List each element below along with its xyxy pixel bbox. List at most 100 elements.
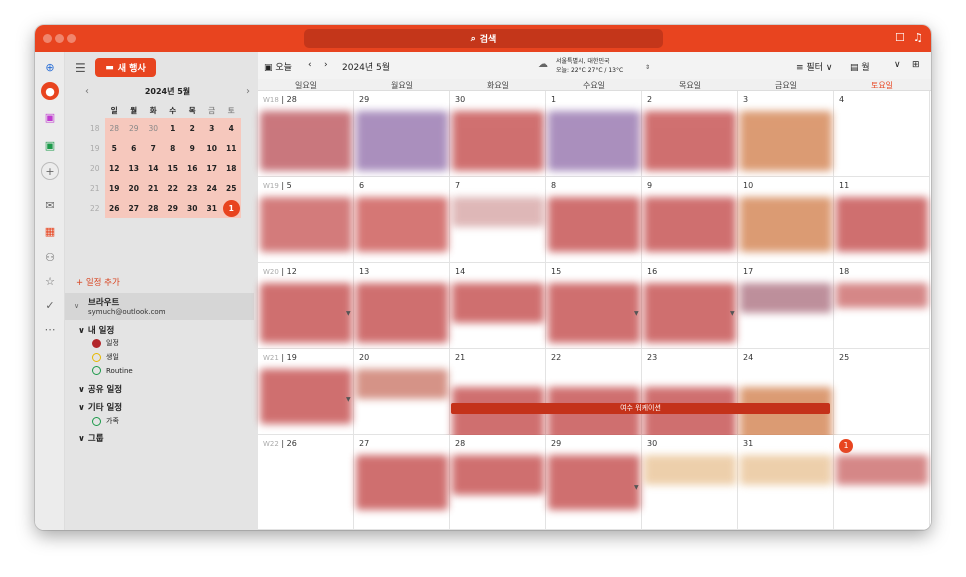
bell-icon[interactable]: ♫	[913, 31, 923, 44]
mini-day[interactable]: 4	[221, 118, 241, 138]
mini-day[interactable]: 14	[143, 158, 163, 178]
mini-day[interactable]: 1	[163, 118, 183, 138]
blurred-event[interactable]	[644, 197, 736, 252]
close-window-button[interactable]	[43, 34, 52, 43]
more-events-icon[interactable]: ▼	[730, 310, 735, 317]
day-cell[interactable]: 4	[834, 91, 930, 177]
blurred-event[interactable]	[260, 197, 352, 252]
blurred-event[interactable]	[452, 387, 544, 442]
mini-day[interactable]: 3	[202, 118, 222, 138]
blurred-event[interactable]	[740, 111, 832, 171]
new-event-button[interactable]: ▬ 새 행사	[95, 58, 156, 77]
mini-day[interactable]: 9	[182, 138, 202, 158]
blurred-event[interactable]	[452, 455, 544, 495]
blurred-event[interactable]	[356, 111, 448, 171]
mini-day[interactable]: 27	[124, 198, 144, 218]
mini-day[interactable]: 24	[202, 178, 222, 198]
more-events-icon[interactable]: ▼	[634, 310, 639, 317]
blurred-event[interactable]	[260, 369, 352, 424]
mini-day[interactable]: 17	[202, 158, 222, 178]
view-selector[interactable]: ▤ 월	[850, 60, 870, 73]
person-icon[interactable]: ●	[41, 82, 59, 100]
weather-city[interactable]: 서울특별시, 대한민국	[556, 56, 610, 65]
calendar-item[interactable]: 가족	[92, 416, 119, 426]
blurred-event[interactable]	[740, 283, 832, 313]
blurred-event[interactable]	[740, 197, 832, 252]
mini-day[interactable]: 30	[182, 198, 202, 218]
mini-day[interactable]: 10	[202, 138, 222, 158]
mini-day[interactable]: 8	[163, 138, 183, 158]
menu-icon[interactable]: ☰	[75, 61, 86, 75]
circle-icon[interactable]	[92, 352, 101, 362]
mini-day[interactable]: 5	[104, 138, 124, 158]
add-event-link[interactable]: + 일정 추가	[76, 276, 120, 288]
prev-icon[interactable]: ‹	[308, 60, 312, 70]
group-shared-calendars[interactable]: ∨ 공유 일정	[78, 383, 122, 395]
blurred-event[interactable]	[740, 455, 832, 485]
blurred-event[interactable]	[644, 387, 736, 442]
updown-chevron-icon[interactable]: ⇕	[645, 64, 650, 71]
more-events-icon[interactable]: ▼	[346, 396, 351, 403]
briefcase-icon[interactable]: ▣	[41, 108, 59, 126]
today-button[interactable]: ▣ 오늘	[264, 60, 292, 73]
mini-day[interactable]: 31	[202, 198, 222, 218]
megaphone-icon[interactable]: ☐	[895, 31, 905, 44]
people-icon[interactable]: ⚇	[41, 248, 59, 266]
mini-day[interactable]: 23	[182, 178, 202, 198]
next-month-icon[interactable]: ›	[246, 86, 250, 97]
blurred-event[interactable]	[356, 455, 448, 510]
blurred-event[interactable]	[452, 283, 544, 323]
more-icon[interactable]: ⋯	[41, 320, 59, 338]
calendar-icon[interactable]: ▦	[41, 222, 59, 240]
mini-day[interactable]: 25	[221, 178, 241, 198]
minimize-window-button[interactable]	[55, 34, 64, 43]
blurred-event[interactable]	[452, 111, 544, 171]
blurred-event[interactable]	[548, 283, 640, 343]
blurred-event[interactable]	[548, 387, 640, 442]
globe-icon[interactable]: ⊕	[41, 58, 59, 76]
event-banner[interactable]: 여수 워케이션	[451, 403, 830, 414]
calendar-item[interactable]: 생일	[92, 352, 119, 362]
blurred-event[interactable]	[836, 283, 928, 308]
mini-day[interactable]: 15	[163, 158, 183, 178]
mini-day[interactable]: 12	[104, 158, 124, 178]
blurred-event[interactable]	[836, 197, 928, 252]
circle-icon[interactable]	[92, 366, 101, 375]
day-cell[interactable]: 25	[834, 349, 930, 435]
blurred-event[interactable]	[260, 283, 352, 343]
checked-circle-icon[interactable]	[92, 338, 101, 348]
group-other-calendars[interactable]: ∨ 기타 일정	[78, 401, 122, 413]
blurred-event[interactable]	[548, 111, 640, 171]
filter-button[interactable]: ≡ 필터 ∨	[796, 60, 832, 73]
mini-day[interactable]: 16	[182, 158, 202, 178]
group-my-calendars[interactable]: ∨ 내 일정	[78, 324, 114, 336]
mini-day[interactable]: 28	[143, 198, 163, 218]
next-icon[interactable]: ›	[324, 60, 328, 70]
mini-day[interactable]: 11	[221, 138, 241, 158]
circle-icon[interactable]	[92, 416, 101, 426]
mini-day[interactable]: 30	[143, 118, 163, 138]
mini-day[interactable]: 20	[124, 178, 144, 198]
blurred-event[interactable]	[644, 111, 736, 171]
mini-day[interactable]: 18	[221, 158, 241, 178]
star-icon[interactable]: ☆	[41, 272, 59, 290]
chevron-down-icon[interactable]: ∨	[894, 60, 901, 70]
mini-day-today[interactable]: 1	[221, 198, 241, 218]
mini-day[interactable]: 29	[124, 118, 144, 138]
mail-icon[interactable]: ✉	[41, 196, 59, 214]
blurred-event[interactable]	[356, 369, 448, 399]
add-icon[interactable]: +	[41, 162, 59, 180]
calendar-item[interactable]: 일정	[92, 338, 119, 348]
blurred-event[interactable]	[644, 455, 736, 485]
group-groups[interactable]: ∨ 그룹	[78, 432, 104, 444]
more-events-icon[interactable]: ▼	[634, 484, 639, 491]
blurred-event[interactable]	[548, 455, 640, 510]
blurred-event[interactable]	[644, 283, 736, 343]
mini-day[interactable]: 21	[143, 178, 163, 198]
blurred-event[interactable]	[836, 455, 928, 485]
mini-day[interactable]: 22	[163, 178, 183, 198]
account-header[interactable]: ∨ 브라우트 symuch@outlook.com	[65, 293, 254, 320]
mini-day[interactable]: 6	[124, 138, 144, 158]
toolbox-icon[interactable]: ▣	[41, 136, 59, 154]
more-events-icon[interactable]: ▼	[346, 310, 351, 317]
